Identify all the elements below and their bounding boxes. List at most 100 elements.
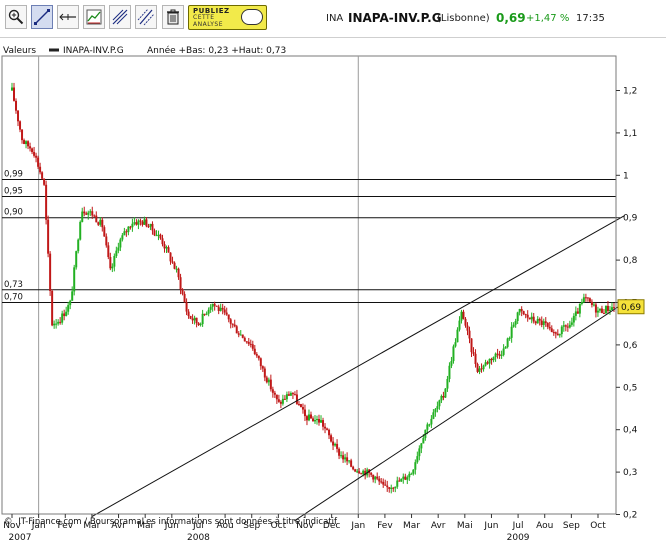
candle-body [239, 334, 242, 336]
candle-body [370, 473, 373, 475]
zoom-button[interactable] [5, 5, 27, 29]
candle-body [586, 297, 589, 299]
horizontal-line-label: 0,95 [4, 187, 23, 197]
candle [444, 388, 447, 399]
candle-body [562, 325, 565, 327]
x-tick-label: Jan [350, 521, 365, 531]
candle-body [360, 473, 363, 475]
channel-tool-button[interactable] [135, 5, 157, 29]
publish-analysis-button[interactable]: PUBLIEZ CETTE ANALYSE [188, 5, 267, 30]
candle-body [462, 311, 465, 319]
candle-body [131, 223, 134, 228]
candle [506, 337, 509, 349]
candle-body [350, 460, 353, 467]
candle-body [322, 420, 325, 427]
candle-body [137, 220, 140, 225]
candle-body [444, 388, 447, 398]
quote-code: INA [326, 13, 344, 24]
candle-body [275, 394, 278, 400]
candle-body [303, 409, 306, 417]
candle-body [245, 341, 248, 343]
candle-body [55, 323, 58, 325]
candle-body [29, 146, 32, 149]
candle-body [209, 306, 212, 310]
indicator-tool-button[interactable] [83, 5, 105, 29]
candle-body [338, 448, 341, 456]
candle-body [281, 398, 284, 404]
candle-body [195, 317, 198, 324]
candle-body [217, 306, 220, 311]
candle-body [328, 429, 331, 436]
candle-body [31, 148, 34, 153]
candle-body [299, 404, 302, 408]
price-chart[interactable]: 0,990,950,900,730,70 1,21,110,90,80,70,6… [0, 38, 666, 552]
candle [299, 403, 302, 408]
candle-body [610, 307, 613, 310]
candle-body [69, 300, 72, 306]
candle-body [518, 309, 521, 313]
candle-body [402, 476, 405, 479]
candle-body [161, 238, 164, 245]
candle-body [556, 333, 559, 336]
delete-drawings-button[interactable] [162, 5, 184, 29]
candle-body [253, 348, 256, 355]
horizontal-line-tool-button[interactable] [57, 5, 79, 29]
candle [47, 215, 50, 258]
quote-change: +1,47 % [526, 13, 570, 24]
candle-body [147, 226, 150, 228]
candle-body [255, 354, 258, 356]
candle-body [305, 416, 308, 421]
copyright-text: IT-Finance.com / BoursoramaLes informati… [18, 516, 338, 527]
candle-body [414, 462, 417, 470]
candle-body [598, 308, 601, 311]
candle-body [476, 363, 479, 372]
candle-body [508, 337, 511, 339]
candle-body [440, 395, 443, 401]
candle-body [97, 222, 100, 225]
copyright-symbol: © [4, 517, 13, 527]
candle-body [257, 355, 260, 359]
candle-body [570, 322, 573, 325]
candle-body [99, 219, 102, 225]
candle-body [488, 358, 491, 364]
candle-body [189, 316, 192, 319]
channel-icon [137, 8, 155, 26]
candle-body [107, 245, 110, 258]
candle-body [95, 215, 98, 223]
legend-series: INAPA-INV.P.G [63, 46, 124, 56]
candle-body [279, 401, 282, 404]
candle-body [516, 312, 519, 322]
candle-body [458, 320, 461, 330]
candle-body [348, 460, 351, 462]
candle-body [418, 448, 421, 457]
candle-body [207, 309, 210, 314]
trendline-tool-button[interactable] [31, 5, 53, 29]
candle-body [119, 239, 122, 248]
candle-body [127, 226, 130, 233]
candle-body [287, 394, 290, 396]
candle-body [536, 318, 539, 324]
candle-body [11, 87, 13, 91]
candle-body [123, 231, 126, 236]
candle-body [115, 250, 118, 256]
candle-body [584, 297, 587, 299]
candle-body [390, 487, 393, 489]
candle-body [83, 211, 86, 214]
candle-body [129, 226, 132, 228]
year-label: 2008 [187, 533, 210, 543]
candle-body [558, 334, 561, 336]
candle-body [77, 239, 80, 252]
candle-body [334, 443, 337, 446]
candle-body [143, 219, 146, 225]
candle-body [434, 409, 437, 413]
candle-body [91, 211, 94, 216]
fibonacci-tool-button[interactable] [109, 5, 131, 29]
candle-body [311, 418, 314, 422]
candle-body [237, 333, 240, 335]
candle-body [249, 343, 252, 345]
quote-market: (Lisbonne) [437, 13, 490, 24]
candle-body [157, 234, 160, 236]
horizontal-line-icon [59, 13, 76, 21]
candle-body [376, 476, 379, 479]
candle-body [540, 320, 543, 325]
